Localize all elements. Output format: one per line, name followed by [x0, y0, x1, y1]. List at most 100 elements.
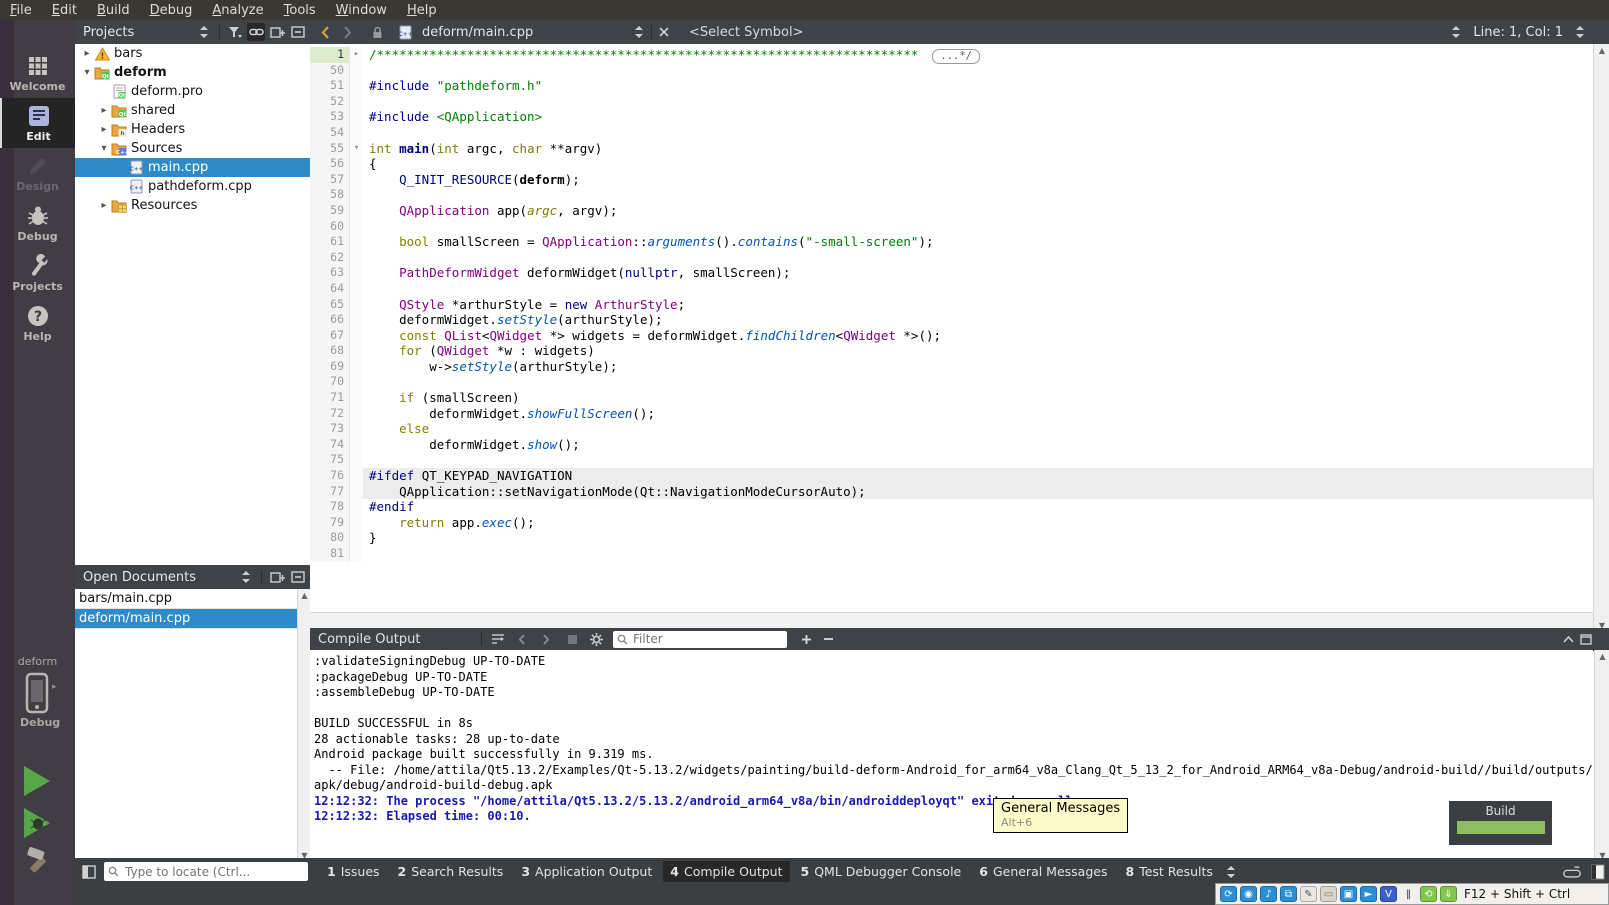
code-line-77[interactable]: 77 QApplication::setNavigationMode(Qt::N… — [310, 484, 1593, 500]
fold-marker-icon[interactable]: ▸ — [350, 47, 363, 63]
build-progress-pill-icon[interactable] — [1563, 863, 1581, 881]
vnc-windows-icon[interactable]: ⧉ — [1280, 886, 1297, 902]
code-line-61[interactable]: 61 bool smallScreen = QApplication::argu… — [310, 234, 1593, 250]
mode-welcome[interactable]: Welcome — [0, 48, 75, 98]
editor-horizontal-scrollbar[interactable] — [310, 612, 1593, 629]
kit-selector-button[interactable]: ▸ Debug — [20, 672, 75, 729]
code-line-68[interactable]: 68 for (QWidget *w : widgets) — [310, 343, 1593, 359]
minimize-output-pane-icon[interactable] — [1559, 630, 1577, 648]
output-pane-button-compile-output[interactable]: 4Compile Output — [663, 861, 789, 882]
code-line-58[interactable]: 58 — [310, 187, 1593, 203]
mode-projects[interactable]: Projects — [0, 248, 75, 298]
fold-marker-icon[interactable]: ▾ — [350, 141, 363, 157]
maximize-output-pane-icon[interactable] — [1577, 630, 1595, 648]
tree-expand-chevron-icon[interactable]: ▸ — [81, 48, 93, 59]
tree-item-pathdeform-cpp[interactable]: C++pathdeform.cpp — [75, 177, 310, 196]
vnc-pen-icon[interactable]: ✎ — [1300, 886, 1317, 902]
split-panel-icon[interactable] — [268, 23, 286, 41]
vnc-download-icon[interactable]: ⇓ — [1440, 886, 1457, 902]
tree-item-deform[interactable]: ▾Qtdeform — [75, 63, 310, 82]
symbol-selector[interactable]: <Select Symbol> — [689, 25, 803, 40]
editor-vertical-scrollbar[interactable]: ▲▼ — [1593, 44, 1609, 632]
tree-item-resources[interactable]: ▸Resources — [75, 196, 310, 215]
menu-help[interactable]: Help — [397, 2, 447, 19]
vnc-session-icon[interactable]: ⟳ — [1220, 886, 1237, 902]
code-line-69[interactable]: 69 w->setStyle(arthurStyle); — [310, 359, 1593, 375]
code-line-52[interactable]: 52 — [310, 94, 1593, 110]
code-line-55[interactable]: 55▾int main(int argc, char **argv) — [310, 141, 1593, 157]
vnc-monitor-icon[interactable]: ▣ — [1340, 886, 1357, 902]
document-dropdown-icon[interactable] — [630, 23, 648, 41]
code-line-70[interactable]: 70 — [310, 374, 1593, 390]
close-panel-icon[interactable] — [289, 568, 307, 586]
code-line-80[interactable]: 80} — [310, 530, 1593, 546]
previous-item-icon[interactable] — [513, 630, 531, 648]
locator-input[interactable] — [123, 864, 292, 880]
output-filter-input[interactable] — [631, 631, 765, 647]
tree-item-sources[interactable]: ▾C++Sources — [75, 139, 310, 158]
editor-options-updown-icon[interactable] — [1571, 23, 1589, 41]
vnc-refresh-icon[interactable]: ⟲ — [1420, 886, 1437, 902]
code-line-65[interactable]: 65 QStyle *arthurStyle = new ArthurStyle… — [310, 297, 1593, 313]
vnc-cd-icon[interactable]: ◉ — [1240, 886, 1257, 902]
cursor-position-dropdown-icon[interactable] — [1447, 23, 1465, 41]
code-line-64[interactable]: 64 — [310, 281, 1593, 297]
zoom-out-icon[interactable] — [819, 630, 837, 648]
sync-with-editor-icon[interactable] — [247, 23, 265, 41]
split-panel-icon[interactable] — [268, 568, 286, 586]
toggle-left-sidebar-icon[interactable] — [80, 863, 98, 881]
tree-expand-chevron-icon[interactable]: ▾ — [98, 143, 110, 154]
menu-window[interactable]: Window — [326, 2, 397, 19]
tree-expand-chevron-icon[interactable]: ▸ — [98, 200, 110, 211]
code-line-78[interactable]: 78#endif — [310, 499, 1593, 515]
code-line-60[interactable]: 60 — [310, 219, 1593, 235]
code-line-63[interactable]: 63 PathDeformWidget deformWidget(nullptr… — [310, 265, 1593, 281]
output-pane-button-issues[interactable]: 1Issues — [320, 861, 387, 882]
tree-expand-chevron-icon[interactable]: ▾ — [81, 67, 93, 78]
code-line-53[interactable]: 53#include <QApplication> — [310, 109, 1593, 125]
code-line-62[interactable]: 62 — [310, 250, 1593, 266]
code-line-71[interactable]: 71 if (smallScreen) — [310, 390, 1593, 406]
code-line-66[interactable]: 66 deformWidget.setStyle(arthurStyle); — [310, 312, 1593, 328]
mode-edit[interactable]: Edit — [0, 98, 75, 148]
tree-item-deform-pro[interactable]: Qtdeform.pro — [75, 82, 310, 101]
output-filter-box[interactable] — [613, 631, 787, 648]
code-line-51[interactable]: 51#include "pathdeform.h" — [310, 78, 1593, 94]
back-button[interactable] — [316, 23, 334, 41]
mode-help[interactable]: ?Help — [0, 298, 75, 348]
panel-selector-updown-icon[interactable] — [195, 23, 213, 41]
word-wrap-icon[interactable] — [489, 630, 507, 648]
menu-debug[interactable]: Debug — [140, 2, 203, 19]
zoom-in-icon[interactable] — [797, 630, 815, 648]
menu-build[interactable]: Build — [87, 2, 140, 19]
open-document-bars-main-cpp[interactable]: bars/main.cpp — [75, 589, 310, 609]
code-line-1[interactable]: 1▸/*************************************… — [310, 47, 1593, 63]
vnc-audio-icon[interactable]: ♪ — [1260, 886, 1277, 902]
open-documents-scrollbar[interactable]: ▲▼ — [297, 589, 311, 862]
settings-gear-icon[interactable] — [587, 630, 605, 648]
vnc-v-badge-icon[interactable]: V — [1380, 886, 1397, 902]
code-line-73[interactable]: 73 else — [310, 421, 1593, 437]
output-pane-split-icon[interactable] — [1589, 863, 1607, 881]
output-pane-button-general-messages[interactable]: 6General Messages — [972, 861, 1114, 882]
tree-item-bars[interactable]: ▸!bars — [75, 44, 310, 63]
close-panel-icon[interactable] — [289, 23, 307, 41]
code-line-56[interactable]: 56{ — [310, 156, 1593, 172]
close-document-icon[interactable] — [655, 23, 673, 41]
next-item-icon[interactable] — [537, 630, 555, 648]
vnc-folder-icon[interactable]: ▭ — [1320, 886, 1337, 902]
tree-item-main-cpp[interactable]: C++main.cpp — [75, 158, 310, 177]
open-file-name[interactable]: deform/main.cpp — [422, 25, 630, 40]
menu-file[interactable]: File — [0, 2, 42, 19]
output-pane-button-search-results[interactable]: 2Search Results — [391, 861, 511, 882]
filter-tree-icon[interactable] — [226, 23, 244, 41]
code-line-74[interactable]: 74 deformWidget.show(); — [310, 437, 1593, 453]
mode-debug[interactable]: Debug — [0, 198, 75, 248]
code-line-59[interactable]: 59 QApplication app(argc, argv); — [310, 203, 1593, 219]
output-panes-updown-icon[interactable] — [1222, 863, 1240, 881]
output-pane-button-test-results[interactable]: 8Test Results — [1118, 861, 1219, 882]
menu-tools[interactable]: Tools — [274, 2, 326, 19]
code-line-57[interactable]: 57 Q_INIT_RESOURCE(deform); — [310, 172, 1593, 188]
code-line-76[interactable]: 76#ifdef QT_KEYPAD_NAVIGATION — [310, 468, 1593, 484]
run-debug-button[interactable] — [24, 808, 50, 838]
